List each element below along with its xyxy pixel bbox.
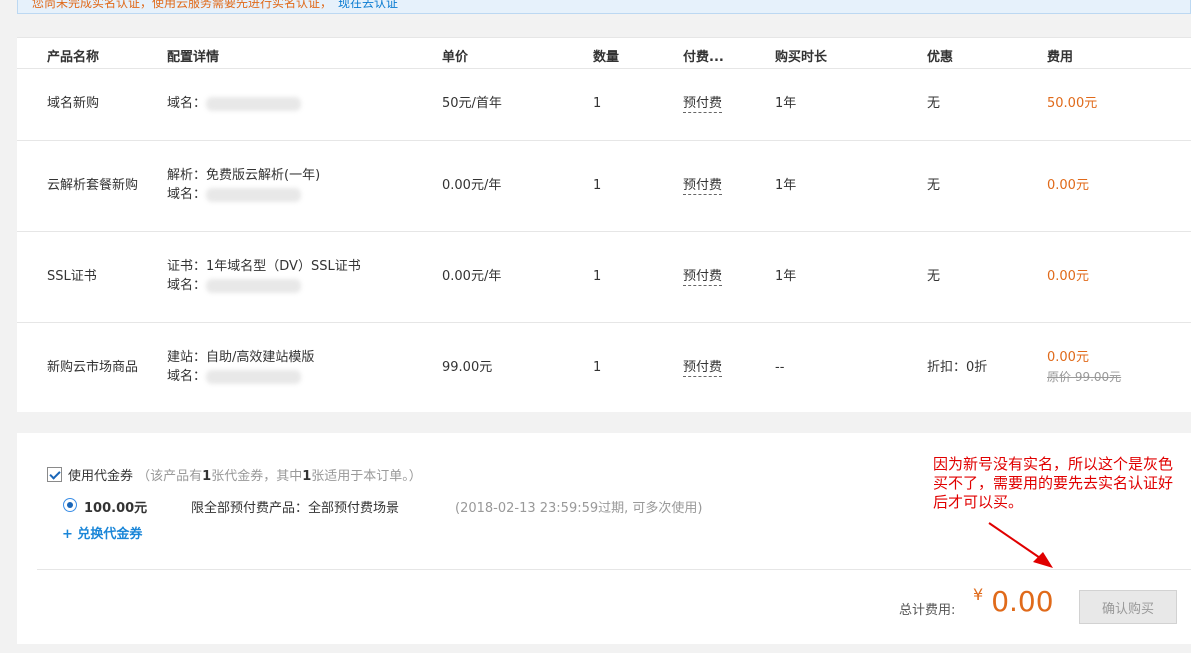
header-payment: 付费... [683,50,724,65]
verify-now-link[interactable]: 现在去认证 [338,0,398,10]
row-product: 云解析套餐新购 [47,178,139,193]
redacted-domain [206,369,302,384]
table-row: 新购云市场商品 建站：自助/高效建站模版 域名： 99.00元 1 预付费 --… [17,323,1191,413]
row-price: 99.00元 [442,360,493,375]
row-quantity: 1 [593,96,602,111]
annotation-arrow-icon [988,522,1053,568]
coupon-radio[interactable] [63,498,77,512]
currency-symbol: ¥ [973,585,984,604]
row-detail-line: 证书：1年域名型（DV）SSL证书 [167,259,361,274]
row-detail: 域名： [167,276,302,295]
row-detail-line: 域名： [167,187,207,202]
row-discount: 无 [927,178,941,193]
redacted-domain [206,278,302,293]
notice-text: 您尚未完成实名认证，使用云服务需要先进行实名认证， 现在去认证 [32,0,398,11]
coupon-amount: 100.00元 [84,501,148,516]
table-row: SSL证书 证书：1年域名型（DV）SSL证书 域名： 0.00元/年 1 预付… [17,232,1191,323]
row-detail: 域名： [167,94,302,113]
row-duration: -- [775,360,785,375]
total-amount: ¥0.00 [973,585,1054,618]
header-discount: 优惠 [927,50,954,65]
total-label: 总计费用: [899,603,956,618]
row-fee: 0.00元 [1047,350,1089,365]
header-detail: 配置详情 [167,50,220,65]
header-quantity: 数量 [593,50,620,65]
row-product: SSL证书 [47,269,97,284]
header-price: 单价 [442,50,469,65]
coupon-note-part: （该产品有 [137,469,203,484]
table-header: 产品名称 配置详情 单价 数量 付费... 购买时长 优惠 费用 [17,38,1191,69]
row-discount: 无 [927,269,941,284]
coupon-scope: 限全部预付费产品：全部预付费场景 [191,501,400,516]
row-fee: 50.00元 [1047,96,1098,111]
exchange-coupon-link[interactable]: + 兑换代金券 [62,523,142,542]
row-duration: 1年 [775,269,797,284]
row-detail-line: 建站：自助/高效建站模版 [167,350,315,365]
row-detail-line: 域名： [167,278,207,293]
row-price: 0.00元/年 [442,178,502,193]
redacted-domain [206,187,302,202]
row-price: 0.00元/年 [442,269,502,284]
use-coupon-checkbox[interactable] [47,467,62,482]
coupon-expiry: (2018-02-13 23:59:59过期, 可多次使用) [455,501,703,516]
header-duration: 购买时长 [775,50,828,65]
row-detail: 域名： [167,185,302,204]
row-original-price: 原价 99.00元 [1047,370,1122,384]
coupon-applicable-count: 1 [302,469,312,484]
row-discount: 折扣：0折 [927,360,988,375]
use-coupon-label: 使用代金券 [68,469,134,484]
row-payment[interactable]: 预付费 [683,178,723,195]
row-duration: 1年 [775,96,797,111]
row-duration: 1年 [775,178,797,193]
row-detail: 域名： [167,367,302,386]
row-discount: 无 [927,96,941,111]
table-row: 云解析套餐新购 解析：免费版云解析(一年) 域名： 0.00元/年 1 预付费 … [17,141,1191,232]
row-fee: 0.00元 [1047,178,1089,193]
coupon-note-part: 张代金券，其中 [211,469,303,484]
verification-notice: 您尚未完成实名认证，使用云服务需要先进行实名认证， 现在去认证 [17,0,1191,14]
order-table: 产品名称 配置详情 单价 数量 付费... 购买时长 优惠 费用 域名新购 域名… [17,37,1191,412]
row-price: 50元/首年 [442,96,502,111]
coupon-note: （该产品有1张代金券，其中1张适用于本订单。） [137,469,422,484]
row-product: 域名新购 [47,96,100,111]
row-quantity: 1 [593,269,602,284]
annotation-note: 因为新号没有实名，所以这个是灰色买不了，需要用的要先去实名认证好后才可以买。 [933,455,1174,511]
coupon-note-part: 张适用于本订单。） [311,469,422,484]
header-product: 产品名称 [47,50,100,65]
row-payment[interactable]: 预付费 [683,360,723,377]
row-payment[interactable]: 预付费 [683,96,723,113]
coupon-count: 1 [202,469,212,484]
row-detail-line: 域名： [167,96,207,111]
row-quantity: 1 [593,360,602,375]
coupon-title: 使用代金券 （该产品有1张代金券，其中1张适用于本订单。） [68,465,422,484]
header-fee: 费用 [1047,50,1074,65]
total-value: 0.00 [991,585,1054,618]
row-fee: 0.00元 [1047,269,1089,284]
redacted-domain [206,96,302,111]
table-row: 域名新购 域名： 50元/首年 1 预付费 1年 无 50.00元 [17,69,1191,141]
row-detail-line: 域名： [167,369,207,384]
notice-message: 您尚未完成实名认证，使用云服务需要先进行实名认证， [32,0,333,10]
row-payment[interactable]: 预付费 [683,269,723,286]
confirm-purchase-button[interactable]: 确认购买 [1079,590,1177,624]
row-product: 新购云市场商品 [47,360,139,375]
row-detail-line: 解析：免费版云解析(一年) [167,168,321,183]
row-quantity: 1 [593,178,602,193]
